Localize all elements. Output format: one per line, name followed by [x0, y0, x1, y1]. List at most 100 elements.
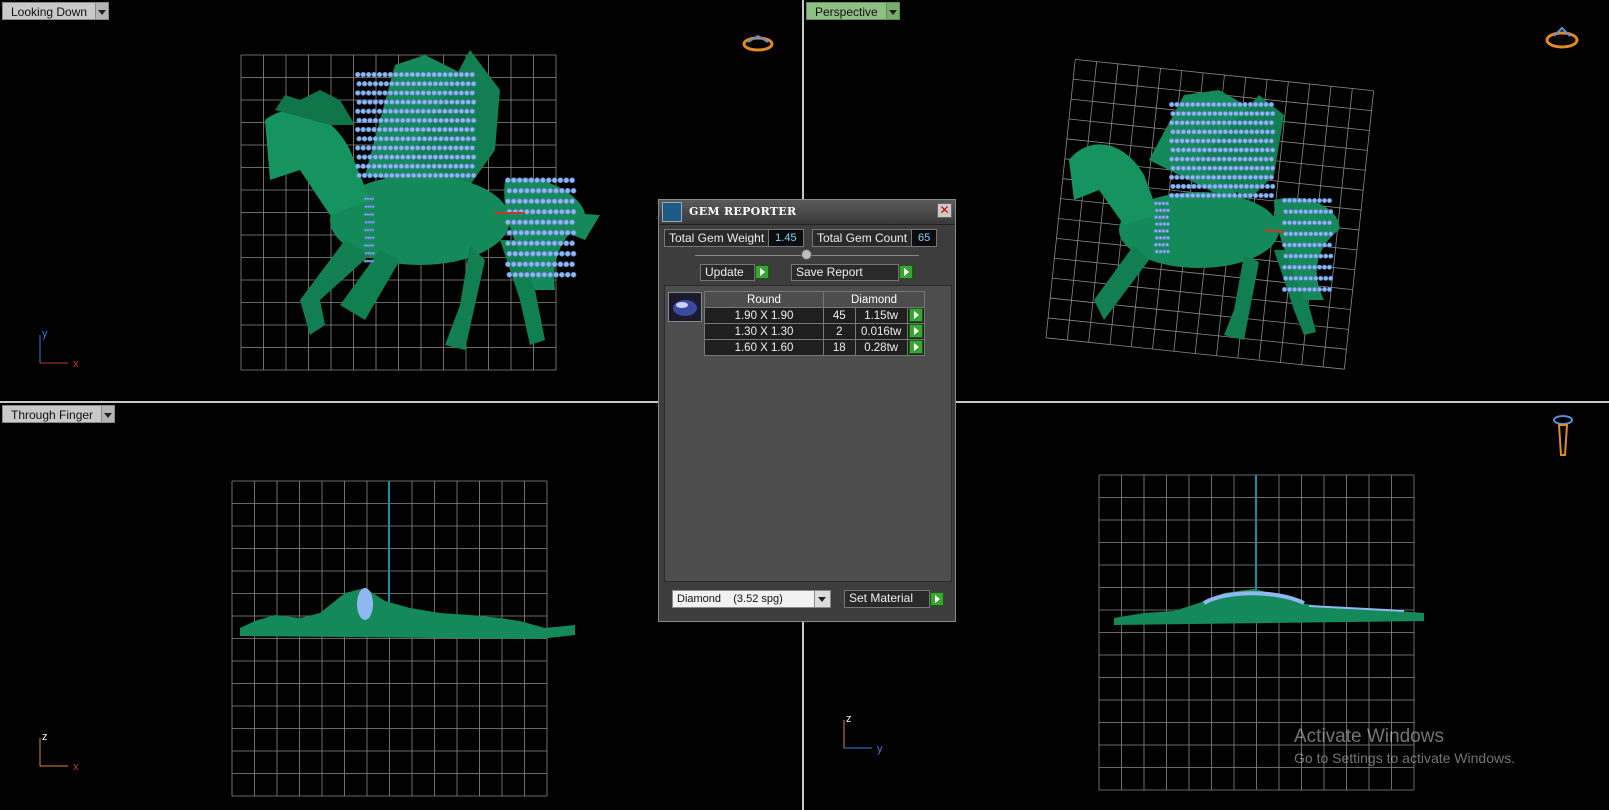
diamond-gem: [523, 187, 530, 194]
play-arrow-icon[interactable]: [899, 265, 913, 279]
diamond-gem: [415, 163, 421, 169]
diamond-gem: [458, 163, 465, 169]
watermark-title: Activate Windows: [1294, 726, 1444, 747]
diamond-gem: [1308, 275, 1314, 281]
diamond-gem: [449, 81, 455, 87]
diamond-gem: [427, 172, 433, 179]
diamond-gem: [420, 90, 426, 96]
diamond-gem: [372, 172, 379, 179]
round-gem-icon[interactable]: [668, 292, 702, 322]
play-arrow-icon[interactable]: [755, 265, 769, 279]
diamond-gem: [1222, 111, 1229, 117]
play-arrow-icon[interactable]: [908, 324, 923, 338]
viewport-label-through-finger[interactable]: Through Finger: [2, 405, 116, 423]
diamond-gem: [416, 99, 422, 105]
gem-table: Round Diamond 1.90 X 1.90 45 1.15tw 1.30…: [704, 291, 926, 356]
diamond-gem: [1237, 120, 1243, 126]
chevron-down-icon[interactable]: [101, 405, 116, 423]
update-button[interactable]: Update: [700, 264, 755, 281]
row-action[interactable]: [906, 339, 926, 356]
diamond-gem: [1200, 101, 1206, 108]
save-report-button[interactable]: Save Report: [791, 264, 899, 281]
diamond-gem: [1270, 147, 1276, 153]
diamond-gem: [1321, 198, 1328, 204]
diamond-gem: [355, 90, 361, 96]
viewport-label-perspective[interactable]: Perspective: [806, 2, 900, 20]
diamond-gem: [389, 99, 395, 105]
diamond-gem: [1180, 183, 1187, 189]
diamond-gem: [394, 81, 400, 87]
chevron-down-icon[interactable]: [95, 2, 110, 20]
diamond-gem: [1216, 156, 1222, 162]
diamond-gem: [1217, 147, 1223, 153]
diamond-gem: [469, 108, 475, 114]
close-icon[interactable]: ✕: [937, 203, 952, 218]
material-select[interactable]: Diamond (3.52 spg): [672, 590, 831, 608]
diamond-gem: [1298, 231, 1304, 237]
dialog-title-bar[interactable]: GEM REPORTER ✕: [659, 200, 955, 225]
table-row[interactable]: 1.90 X 1.90 45 1.15tw: [704, 307, 926, 324]
diamond-gem: [1283, 275, 1289, 281]
diamond-gem: [564, 208, 571, 215]
diamond-gem: [1270, 165, 1276, 171]
diamond-gem: [505, 240, 511, 247]
diamond-gem: [553, 187, 559, 194]
diamond-gem: [432, 99, 439, 105]
diamond-gem: [400, 99, 406, 105]
gem-count: 18: [823, 339, 856, 356]
diamond-gem: [365, 126, 372, 133]
diamond-gem: [1263, 101, 1269, 108]
diamond-gem: [1326, 198, 1333, 204]
diamond-gem: [356, 154, 362, 160]
diamond-gem: [1286, 198, 1293, 204]
diamond-gem: [405, 136, 411, 142]
diamond-gem: [420, 126, 426, 133]
viewport-label-looking-down[interactable]: Looking Down: [2, 2, 110, 20]
diamond-gem: [1268, 156, 1275, 162]
play-arrow-icon[interactable]: [930, 592, 944, 606]
diamond-gem: [541, 250, 548, 257]
diamond-gem: [1191, 183, 1197, 189]
diamond-gem: [371, 220, 375, 224]
gem-reporter-dialog[interactable]: GEM REPORTER ✕ Total Gem Weight 1.45 Tot…: [658, 199, 956, 622]
diamond-gem: [516, 219, 523, 226]
splitter-handle[interactable]: [801, 249, 812, 260]
diamond-gem: [563, 240, 570, 247]
diamond-gem: [1189, 120, 1196, 126]
diamond-gem: [438, 81, 444, 87]
diamond-gem: [369, 251, 373, 255]
diamond-gem: [1281, 264, 1288, 270]
table-row[interactable]: 1.30 X 1.30 2 0.016tw: [704, 323, 926, 340]
diamond-gem: [1243, 129, 1250, 135]
row-action[interactable]: [906, 307, 926, 324]
diamond-gem: [387, 108, 394, 114]
diamond-gem: [1175, 147, 1181, 153]
diamond-gem: [564, 187, 571, 194]
diamond-gem: [1259, 129, 1265, 135]
set-material-button[interactable]: Set Material: [844, 590, 930, 608]
diamond-gem: [410, 172, 417, 179]
diamond-gem: [1303, 209, 1309, 215]
round-gem-icon-graphic: [673, 300, 697, 316]
diamond-gem: [425, 90, 432, 96]
diamond-gem: [570, 187, 577, 194]
play-arrow-icon[interactable]: [908, 308, 923, 322]
diamond-gem: [416, 117, 422, 124]
chevron-down-icon[interactable]: [814, 591, 830, 607]
diamond-gem: [1196, 183, 1202, 189]
diamond-gem: [443, 81, 450, 87]
diamond-gem: [1237, 174, 1243, 180]
row-action[interactable]: [906, 323, 926, 340]
diamond-gem: [405, 172, 411, 179]
diamond-gem: [1243, 111, 1250, 117]
gem-count: 45: [823, 307, 856, 324]
diamond-gem: [1200, 156, 1206, 162]
diamond-gem: [421, 81, 428, 87]
diamond-gem: [416, 154, 422, 160]
table-row[interactable]: 1.60 X 1.60 18 0.28tw: [704, 339, 926, 356]
diamond-gem: [1200, 138, 1206, 144]
chevron-down-icon[interactable]: [885, 2, 900, 20]
play-arrow-icon[interactable]: [908, 340, 923, 354]
diamond-gem: [1207, 147, 1213, 153]
diamond-gem: [421, 99, 428, 105]
